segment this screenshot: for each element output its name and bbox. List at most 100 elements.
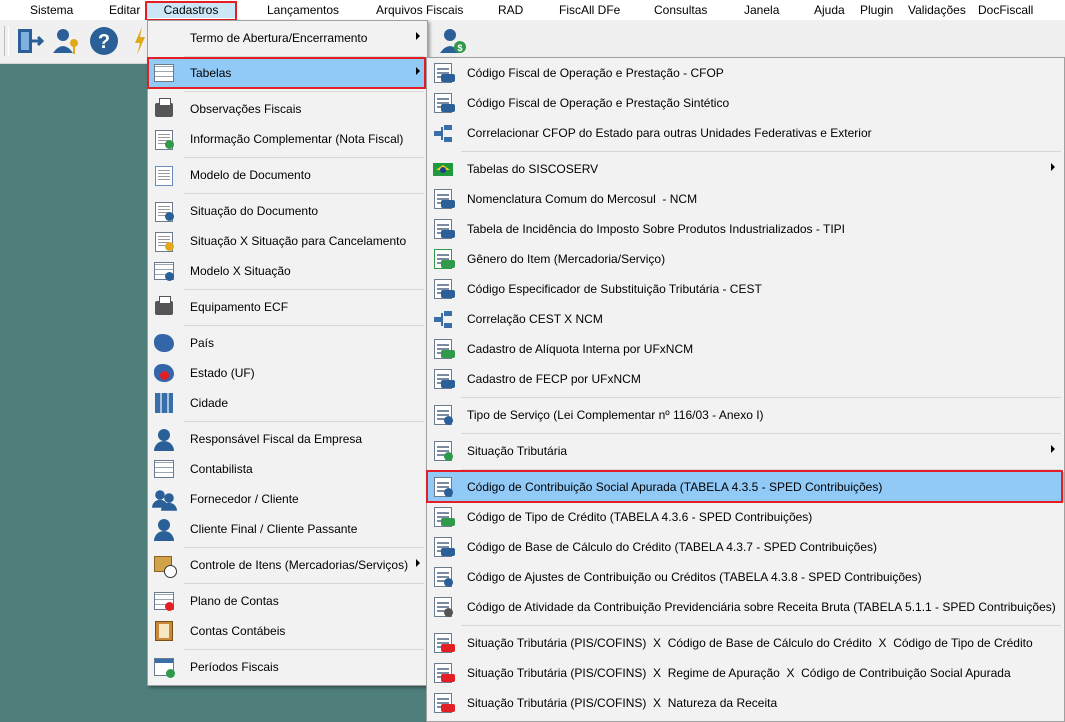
menu-item-observacoes-fiscais[interactable]: Observações Fiscais bbox=[148, 94, 427, 124]
menu-item-situacao-tributaria[interactable]: Situação Tributária bbox=[427, 436, 1064, 466]
menu-editar[interactable]: Editar bbox=[109, 2, 140, 18]
menu-rad[interactable]: RAD bbox=[498, 2, 523, 18]
activity-icon bbox=[431, 595, 455, 619]
fax-icon bbox=[152, 97, 176, 121]
menu-cadastros[interactable]: Cadastros bbox=[147, 2, 235, 18]
menu-docfiscall[interactable]: DocFiscall bbox=[978, 2, 1033, 18]
menu-item-label: Cadastro de Alíquota Interna por UFxNCM bbox=[467, 342, 694, 356]
user-money-button[interactable]: $ bbox=[436, 25, 468, 57]
menu-lancamentos[interactable]: Lançamentos bbox=[267, 2, 339, 18]
menu-item-tipi[interactable]: Tabela de Incidência do Imposto Sobre Pr… bbox=[427, 214, 1064, 244]
menu-item-base-calculo-credito[interactable]: Código de Base de Cálculo do Crédito (TA… bbox=[427, 532, 1064, 562]
menu-item-label: Informação Complementar (Nota Fiscal) bbox=[190, 132, 404, 146]
menu-item-modelo-documento[interactable]: Modelo de Documento bbox=[148, 160, 427, 190]
menu-item-cidade[interactable]: Cidade bbox=[148, 388, 427, 418]
user-key-button[interactable] bbox=[50, 25, 82, 57]
menu-item-label: Código de Contribuição Social Apurada (T… bbox=[467, 480, 883, 494]
menu-item-siscoserv[interactable]: Tabelas do SISCOSERV bbox=[427, 154, 1064, 184]
menu-item-label: Períodos Fiscais bbox=[190, 660, 279, 674]
svg-text:?: ? bbox=[98, 31, 110, 53]
menu-item-genero-item[interactable]: Gênero do Item (Mercadoria/Serviço) bbox=[427, 244, 1064, 274]
menu-arquivos-fiscais[interactable]: Arquivos Fiscais bbox=[376, 2, 463, 18]
tipi-icon bbox=[431, 217, 455, 241]
menu-item-ajustes-contribuicao[interactable]: Código de Ajustes de Contribuição ou Cré… bbox=[427, 562, 1064, 592]
menu-sistema[interactable]: Sistema bbox=[30, 2, 73, 18]
menu-ajuda[interactable]: Ajuda bbox=[814, 2, 845, 18]
menu-item-pis-cofins-natureza[interactable]: Situação Tributária (PIS/COFINS) X Natur… bbox=[427, 688, 1064, 718]
menu-item-label: Tabelas do SISCOSERV bbox=[467, 162, 599, 176]
menu-item-termo-abertura[interactable]: Termo de Abertura/Encerramento bbox=[148, 23, 427, 53]
menu-item-label: Código de Ajustes de Contribuição ou Cré… bbox=[467, 570, 922, 584]
menu-item-equipamento-ecf[interactable]: Equipamento ECF bbox=[148, 292, 427, 322]
menu-item-label: Código de Atividade da Contribuição Prev… bbox=[467, 600, 1056, 614]
tool-button[interactable] bbox=[132, 25, 146, 57]
menu-item-label: Cidade bbox=[190, 396, 229, 410]
menu-item-contabilista[interactable]: Contabilista bbox=[148, 454, 427, 484]
menu-item-contas-contabeis[interactable]: Contas Contábeis bbox=[148, 616, 427, 646]
menu-item-informacao-complementar[interactable]: Informação Complementar (Nota Fiscal) bbox=[148, 124, 427, 154]
submenu-arrow-icon bbox=[1051, 445, 1055, 453]
menu-item-tipo-servico[interactable]: Tipo de Serviço (Lei Complementar nº 116… bbox=[427, 400, 1064, 430]
menu-item-cfop[interactable]: Código Fiscal de Operação e Prestação - … bbox=[427, 58, 1064, 88]
menu-item-contribuicao-social-apurada[interactable]: Código de Contribuição Social Apurada (T… bbox=[427, 472, 1064, 502]
menu-item-label: Modelo X Situação bbox=[190, 264, 291, 278]
menu-item-correlacao-cest-ncm[interactable]: Correlação CEST X NCM bbox=[427, 304, 1064, 334]
svg-text:$: $ bbox=[457, 43, 462, 53]
menu-item-fecp[interactable]: Cadastro de FECP por UFxNCM bbox=[427, 364, 1064, 394]
menu-item-label: Contabilista bbox=[190, 462, 253, 476]
menu-janela[interactable]: Janela bbox=[744, 2, 779, 18]
menu-fiscall-dfe[interactable]: FiscAll DFe bbox=[559, 2, 620, 18]
menu-item-situacao-documento[interactable]: Situação do Documento bbox=[148, 196, 427, 226]
menu-item-pais[interactable]: País bbox=[148, 328, 427, 358]
cest-icon bbox=[431, 277, 455, 301]
menu-item-label: Código Fiscal de Operação e Prestação Si… bbox=[467, 96, 730, 110]
menu-item-pis-cofins-regime[interactable]: Situação Tributária (PIS/COFINS) X Regim… bbox=[427, 658, 1064, 688]
chart-of-accounts-icon bbox=[152, 589, 176, 613]
document-icon bbox=[152, 163, 176, 187]
menu-item-label: Termo de Abertura/Encerramento bbox=[190, 31, 368, 45]
ncm-icon bbox=[431, 187, 455, 211]
blank-icon bbox=[152, 26, 176, 50]
menu-item-situacao-cancelamento[interactable]: Situação X Situação para Cancelamento bbox=[148, 226, 427, 256]
menu-item-plano-contas[interactable]: Plano de Contas bbox=[148, 586, 427, 616]
menu-item-pis-cofins-base-tipo[interactable]: Situação Tributária (PIS/COFINS) X Códig… bbox=[427, 628, 1064, 658]
menu-item-aliquota-interna[interactable]: Cadastro de Alíquota Interna por UFxNCM bbox=[427, 334, 1064, 364]
help-icon: ? bbox=[90, 27, 118, 55]
menu-item-label: Controle de Itens (Mercadorias/Serviços) bbox=[190, 558, 409, 572]
submenu-arrow-icon bbox=[1051, 163, 1055, 171]
menu-item-modelo-situacao[interactable]: Modelo X Situação bbox=[148, 256, 427, 286]
menu-item-label: Correlacionar CFOP do Estado para outras… bbox=[467, 126, 872, 140]
menu-item-estado[interactable]: Estado (UF) bbox=[148, 358, 427, 388]
cfop-icon bbox=[431, 91, 455, 115]
menu-item-tipo-credito[interactable]: Código de Tipo de Crédito (TABELA 4.3.6 … bbox=[427, 502, 1064, 532]
menu-item-cfop-sintetico[interactable]: Código Fiscal de Operação e Prestação Si… bbox=[427, 88, 1064, 118]
percent-sheet-icon bbox=[431, 439, 455, 463]
menu-item-periodos-fiscais[interactable]: Períodos Fiscais bbox=[148, 652, 427, 682]
menu-separator bbox=[461, 433, 1061, 434]
menu-item-tabelas[interactable]: Tabelas bbox=[148, 58, 427, 88]
menu-item-fornecedor-cliente[interactable]: Fornecedor / Cliente bbox=[148, 484, 427, 514]
menu-item-cest[interactable]: Código Especificador de Substituição Tri… bbox=[427, 274, 1064, 304]
menu-separator bbox=[184, 157, 424, 158]
brazil-map-icon bbox=[152, 331, 176, 355]
menu-item-responsavel-fiscal[interactable]: Responsável Fiscal da Empresa bbox=[148, 424, 427, 454]
menu-separator bbox=[461, 469, 1061, 470]
menu-separator bbox=[184, 91, 424, 92]
menu-validacoes[interactable]: Validações bbox=[908, 2, 966, 18]
menu-item-correlacionar-cfop[interactable]: Correlacionar CFOP do Estado para outras… bbox=[427, 118, 1064, 148]
menu-item-cliente-final[interactable]: Cliente Final / Cliente Passante bbox=[148, 514, 427, 544]
box-clock-icon bbox=[152, 553, 177, 578]
help-button[interactable]: ? bbox=[88, 25, 120, 57]
exit-button[interactable] bbox=[14, 25, 46, 57]
money-sheet-icon bbox=[431, 247, 455, 271]
menu-item-controle-itens[interactable]: Controle de Itens (Mercadorias/Serviços) bbox=[148, 550, 427, 580]
cfop-icon bbox=[431, 61, 455, 85]
menu-plugin[interactable]: Plugin bbox=[860, 2, 893, 18]
menu-item-label: Contas Contábeis bbox=[190, 624, 286, 638]
menu-item-atividade-previdenciaria[interactable]: Código de Atividade da Contribuição Prev… bbox=[427, 592, 1064, 622]
menu-item-label: Tabela de Incidência do Imposto Sobre Pr… bbox=[467, 222, 845, 236]
menu-consultas[interactable]: Consultas bbox=[654, 2, 707, 18]
toolbar-grip[interactable] bbox=[4, 26, 9, 56]
user-money-icon: $ bbox=[440, 29, 466, 53]
menu-item-ncm[interactable]: Nomenclatura Comum do Mercosul - NCM bbox=[427, 184, 1064, 214]
